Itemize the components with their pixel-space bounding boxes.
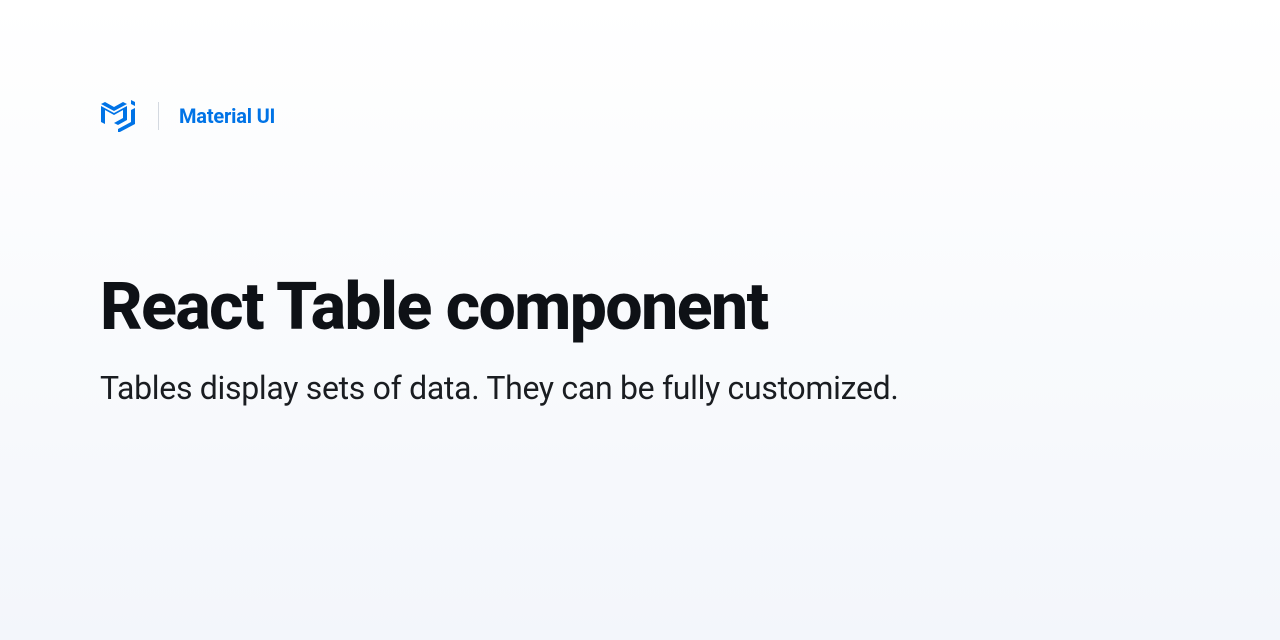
page-subtitle: Tables display sets of data. They can be… — [100, 369, 1280, 407]
content: React Table component Tables display set… — [0, 132, 1280, 407]
page-title: React Table component — [100, 272, 1280, 345]
header-divider — [158, 102, 159, 130]
brand-name: Material UI — [179, 104, 275, 128]
mui-logo-icon — [100, 100, 138, 132]
header: Material UI — [0, 0, 1280, 132]
